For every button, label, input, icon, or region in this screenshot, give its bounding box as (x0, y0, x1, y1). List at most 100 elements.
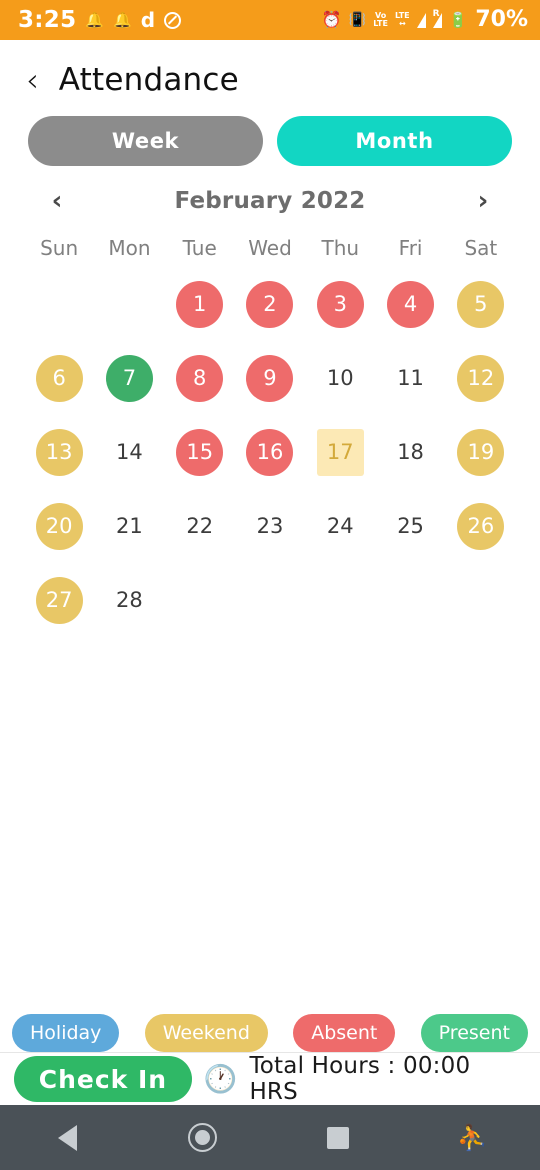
recents-nav-button[interactable] (270, 1126, 405, 1149)
calendar-cell (305, 566, 375, 634)
vibrate-icon: 📳 (348, 12, 367, 28)
calendar-cell: 5 (446, 270, 516, 338)
day-of-week-label: Thu (321, 236, 360, 260)
android-nav-bar: ⛹ (0, 1105, 540, 1170)
day-of-week-label: Fri (398, 236, 423, 260)
bell-icon: 🔔 (113, 10, 132, 29)
legend-pill-absent[interactable]: Absent (293, 1014, 396, 1052)
legend-pill-weekend[interactable]: Weekend (144, 1014, 268, 1052)
calendar-day-6[interactable]: 6 (35, 354, 83, 402)
next-month-button[interactable]: › (472, 188, 494, 214)
calendar-day-26[interactable]: 26 (457, 502, 505, 550)
tab-month[interactable]: Month (277, 116, 512, 166)
volte-bottom-label: LTE (373, 19, 388, 28)
calendar-day-18[interactable]: 18 (387, 429, 434, 476)
calendar-day-21[interactable]: 21 (106, 503, 153, 550)
volte-icon: Vo LTE (373, 12, 388, 28)
day-of-week-label: Wed (248, 236, 292, 260)
calendar-weeks: 1 2 3 4 5 6 7 8 9 10 11 12 13 14 15 16 17 18 19 20 21 22 23 24 2… (24, 270, 516, 634)
calendar-day-empty (246, 577, 293, 624)
home-nav-button[interactable] (135, 1123, 270, 1152)
calendar-day-13[interactable]: 13 (35, 428, 83, 476)
day-of-week-label: Tue (182, 236, 217, 260)
legend-pill-present[interactable]: Present (420, 1014, 528, 1052)
calendar-cell (375, 566, 445, 634)
day-of-week-header: Sun Mon Tue Wed Thu Fri Sat (24, 236, 516, 270)
calendar-cell (94, 270, 164, 338)
calendar-day-empty (387, 577, 434, 624)
calendar-day-9[interactable]: 9 (246, 354, 294, 402)
bell-icon: 🔔 (85, 10, 105, 29)
calendar-day-4[interactable]: 4 (387, 280, 435, 328)
recents-nav-icon (326, 1126, 349, 1149)
calendar-cell: 1 (165, 270, 235, 338)
status-bar-right: ⏰ 📳 Vo LTE LTE ↔ R 🔋 70% (322, 9, 528, 31)
calendar-day-1[interactable]: 1 (176, 280, 224, 328)
calendar-day-8[interactable]: 8 (176, 354, 224, 402)
legend-pill-holiday[interactable]: Holiday (12, 1014, 120, 1052)
calendar-day-2[interactable]: 2 (246, 280, 294, 328)
calendar-grid: Sun Mon Tue Wed Thu Fri Sat 1 2 3 4 5 6 7 8 9 10 11 12 13 1… (0, 236, 540, 634)
calendar-week-row: 12345 (24, 270, 516, 338)
calendar-day-15[interactable]: 15 (176, 428, 224, 476)
calendar-cell: 26 (446, 492, 516, 560)
legend: Holiday Weekend Absent Present (0, 1014, 540, 1052)
calendar-cell: 6 (24, 344, 94, 412)
calendar-day-7[interactable]: 7 (105, 354, 153, 402)
calendar-day-10[interactable]: 10 (317, 355, 364, 402)
status-clock: 3:25 (18, 6, 77, 33)
calendar-day-5[interactable]: 5 (457, 280, 505, 328)
app-header: ‹ Attendance (0, 40, 540, 102)
calendar-day-empty (457, 577, 504, 624)
calendar-cell: 15 (165, 418, 235, 486)
calendar-day-19[interactable]: 19 (457, 428, 505, 476)
calendar-day-11[interactable]: 11 (387, 355, 434, 402)
calendar-day-empty (106, 281, 153, 328)
back-nav-button[interactable] (0, 1124, 135, 1151)
tab-week[interactable]: Week (28, 116, 263, 166)
calendar-day-25[interactable]: 25 (387, 503, 434, 550)
calendar-day-23[interactable]: 23 (246, 503, 293, 550)
home-nav-icon (188, 1123, 217, 1152)
calendar-cell: 22 (165, 492, 235, 560)
calendar-day-12[interactable]: 12 (457, 354, 505, 402)
previous-month-button[interactable]: ‹ (46, 188, 68, 214)
calendar-day-16[interactable]: 16 (246, 428, 294, 476)
calendar-cell: 20 (24, 492, 94, 560)
calendar-day-22[interactable]: 22 (176, 503, 223, 550)
calendar-cell: 14 (94, 418, 164, 486)
do-not-disturb-icon (164, 11, 182, 29)
calendar-week-row: 6 7 8 9 10 11 12 (24, 344, 516, 412)
signal-icon (416, 12, 426, 28)
calendar-cell: 19 (446, 418, 516, 486)
total-hours-label: Total Hours : 00:00 HRS (249, 1053, 471, 1105)
calendar-day-24[interactable]: 24 (317, 503, 364, 550)
signal-bars-icon (432, 12, 442, 28)
calendar-day-17[interactable]: 17 (316, 428, 364, 476)
calendar-cell: 10 (305, 344, 375, 412)
check-in-button[interactable]: Check In (14, 1056, 192, 1102)
calendar-day-14[interactable]: 14 (106, 429, 153, 476)
calendar-day-27[interactable]: 27 (35, 576, 83, 624)
dnd-letter-icon: d (140, 8, 156, 32)
calendar-cell: 3 (305, 270, 375, 338)
day-of-week-label: Sun (40, 236, 79, 260)
calendar-day-20[interactable]: 20 (35, 502, 83, 550)
calendar-cell (165, 566, 235, 634)
calendar-cell (235, 566, 305, 634)
back-button[interactable]: ‹ (26, 64, 39, 96)
calendar-cell: 21 (94, 492, 164, 560)
calendar-cell: 8 (165, 344, 235, 412)
calendar-cell: 13 (24, 418, 94, 486)
status-bar: 3:25 🔔 🔔 d ⏰ 📳 Vo LTE LTE ↔ R 🔋 70% (0, 0, 540, 40)
calendar-cell: 17 (305, 418, 375, 486)
calendar-day-empty (176, 577, 223, 624)
calendar-cell: 2 (235, 270, 305, 338)
calendar-cell (24, 270, 94, 338)
accessibility-nav-button[interactable]: ⛹ (405, 1125, 540, 1150)
calendar-cell: 28 (94, 566, 164, 634)
calendar-day-28[interactable]: 28 (106, 577, 153, 624)
calendar-day-3[interactable]: 3 (316, 280, 364, 328)
calendar-cell: 4 (375, 270, 445, 338)
calendar-cell: 12 (446, 344, 516, 412)
